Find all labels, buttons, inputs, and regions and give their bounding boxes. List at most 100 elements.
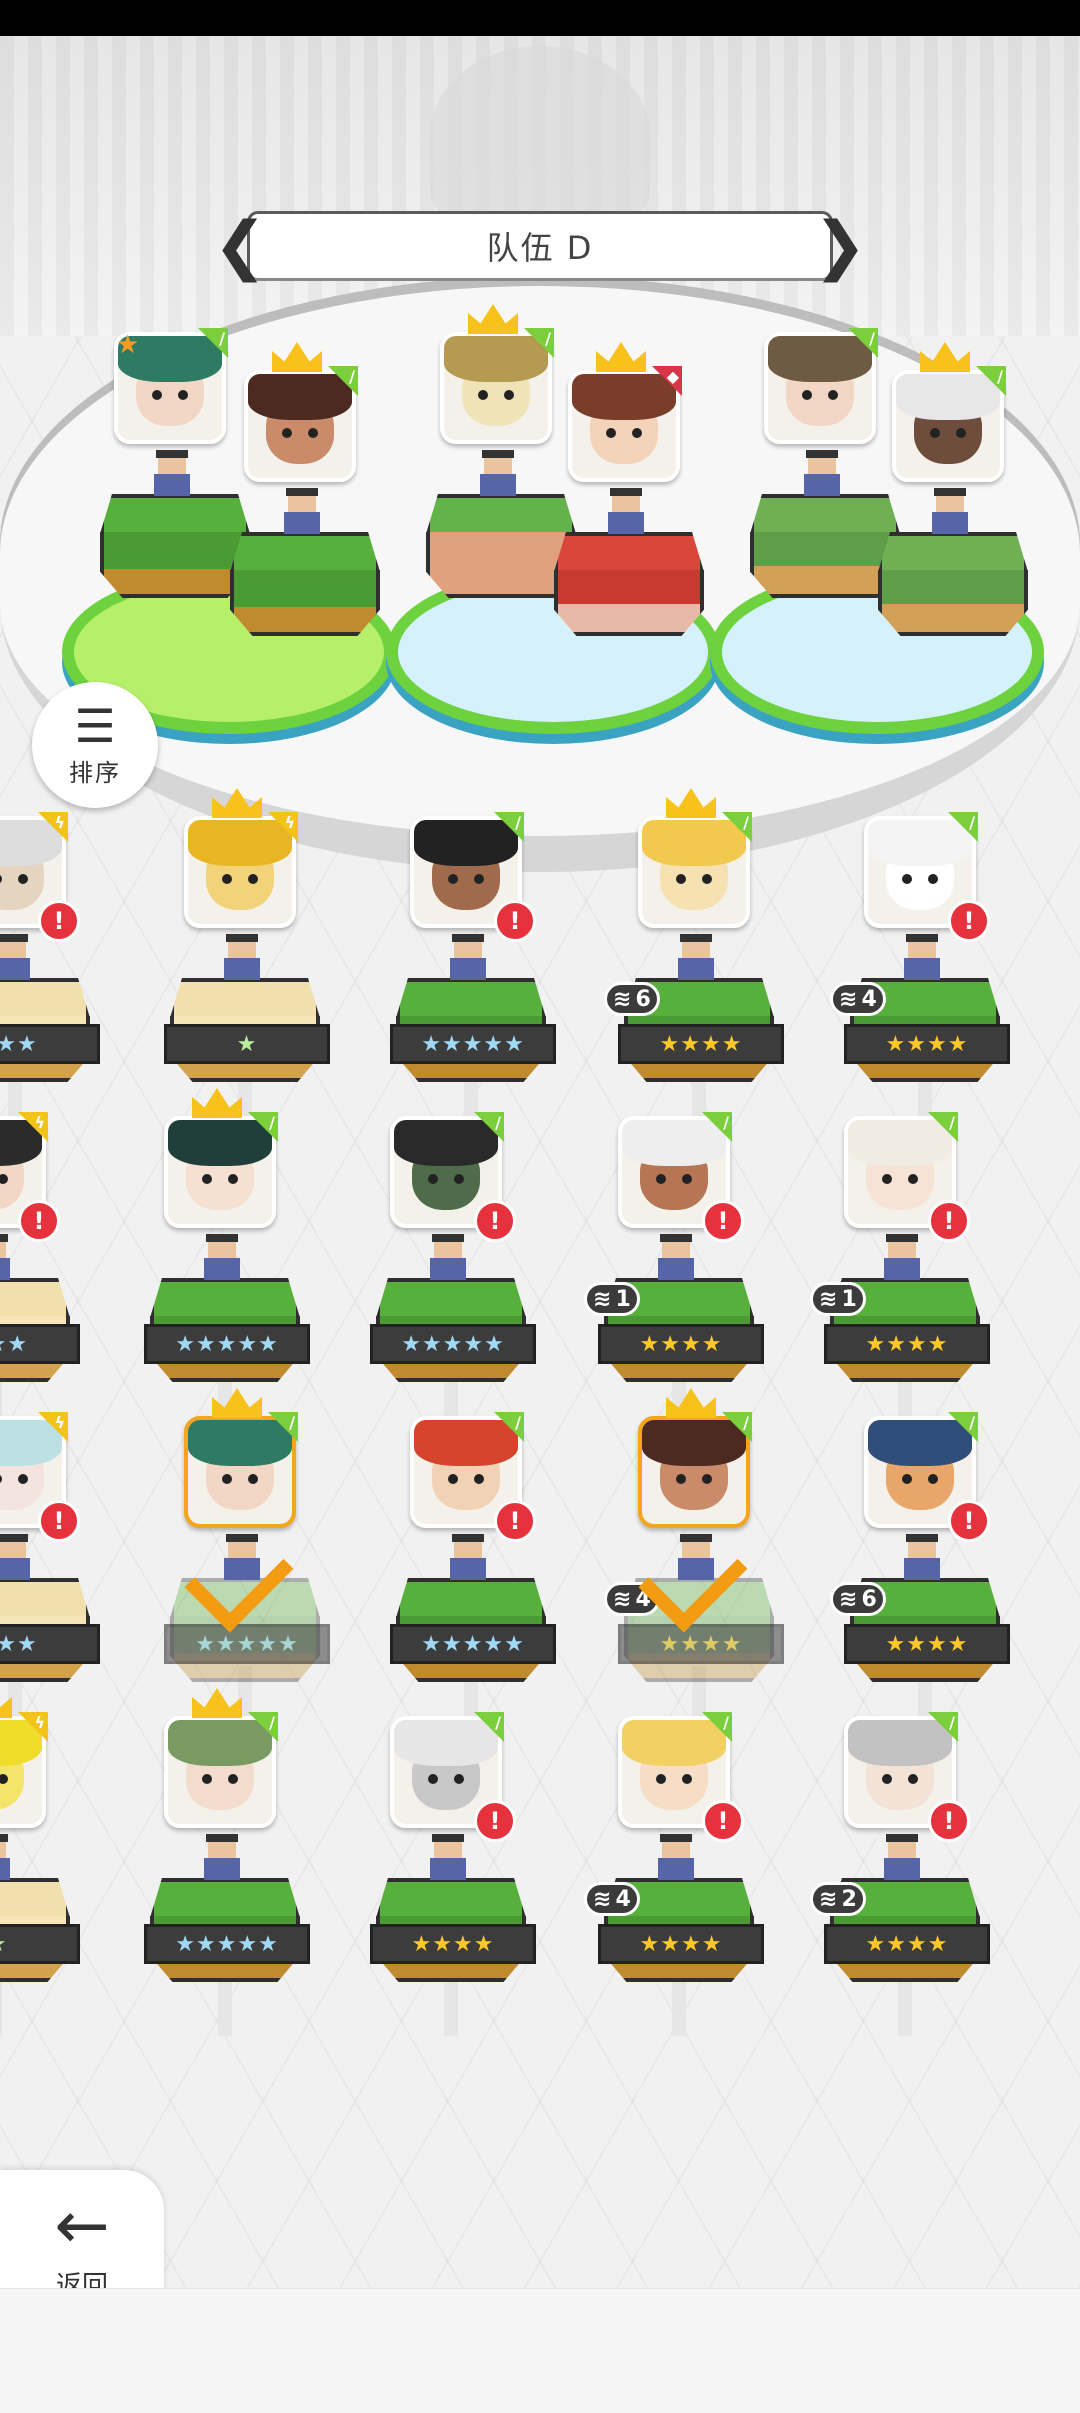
team-member-portrait[interactable] — [892, 370, 1004, 482]
hero-eye — [18, 1474, 28, 1484]
roster-hero-portrait-wrap[interactable]: /! — [410, 812, 536, 942]
hero-sprite — [648, 1826, 704, 1890]
roster-hero[interactable]: / ★★★★★ — [144, 1088, 310, 1436]
hero-hair — [414, 1420, 518, 1466]
roster-hero-portrait-wrap[interactable]: /! — [618, 1712, 744, 1842]
team-member-portrait-wrap[interactable]: / — [244, 342, 358, 482]
roster-hero[interactable]: ϟ!★★★≋4 — [0, 1112, 80, 1436]
roster-hero-portrait-wrap[interactable]: /! — [410, 1412, 536, 1542]
hero-sprite — [874, 1226, 930, 1290]
roster-hero-portrait-wrap[interactable]: /! — [390, 1712, 516, 1842]
roster-hero[interactable]: /! ★★★★ ≋ 2 — [810, 1712, 990, 2036]
hero-sprite — [668, 926, 724, 990]
roster-hero[interactable]: /! ★★★★ ≋ 4 — [830, 812, 1010, 1136]
roster-hero-portrait-wrap[interactable]: /! — [844, 1112, 970, 1242]
team-member-portrait[interactable] — [764, 332, 876, 444]
roster-hero-portrait-wrap[interactable]: ϟ — [0, 1688, 48, 1828]
back-button[interactable]: ← 返回 — [0, 2170, 164, 2288]
roster-hero-portrait[interactable] — [184, 816, 296, 928]
star-rating: ★★★★★ — [164, 1624, 330, 1664]
roster-hero-portrait-wrap[interactable]: /! — [864, 812, 990, 942]
hero-eye — [152, 390, 162, 400]
next-team-button[interactable]: ❯ — [813, 212, 867, 280]
hero-sprite — [0, 926, 40, 990]
star-rating: ★★★★★ — [370, 1324, 536, 1364]
roster-hero[interactable]: /! ★★★★ ≋ 6 — [830, 1412, 1010, 1736]
team-member-portrait-wrap[interactable]: ★ / — [114, 328, 228, 444]
hero-sprite — [274, 480, 330, 544]
roster-hero-portrait-wrap[interactable]: /! — [618, 1112, 744, 1242]
roster-hero-portrait-wrap[interactable]: /! — [864, 1412, 990, 1542]
hero-eye — [474, 1474, 484, 1484]
team-member-portrait[interactable] — [568, 370, 680, 482]
roster-hero-portrait-wrap[interactable]: ϟ! — [0, 812, 80, 942]
hero-hair — [622, 1120, 726, 1166]
roster-hero[interactable]: /! ★★★★ — [370, 1712, 536, 2036]
roster-hero[interactable]: / ★★★★ ≋ 6 — [604, 788, 784, 1136]
hero-hair — [896, 374, 1000, 420]
roster-hero-portrait-wrap[interactable]: / — [638, 1388, 752, 1528]
hero-eye — [882, 1774, 892, 1784]
roster-hero-portrait[interactable] — [638, 1416, 750, 1528]
roster-hero[interactable]: /! ★★★★ ≋ 1 — [584, 1112, 764, 1436]
team-member-portrait-wrap[interactable]: ◆ — [568, 342, 682, 482]
hero-eye — [908, 1774, 918, 1784]
roster-hero[interactable]: / ★★★★★ — [144, 1688, 310, 2036]
roster-hero-portrait-wrap[interactable]: /! — [390, 1112, 516, 1242]
roster-hero-portrait[interactable] — [184, 1416, 296, 1528]
roster-hero-portrait-wrap[interactable]: /! — [844, 1712, 970, 1842]
roster-hero-portrait[interactable] — [164, 1116, 276, 1228]
team-member-4[interactable]: ◆ — [548, 342, 708, 690]
level-number: 6 — [861, 1586, 877, 1612]
star-rating: ★ — [0, 1924, 80, 1964]
team-member-6[interactable]: / — [872, 342, 1032, 690]
hero-eye — [676, 874, 686, 884]
hero-eye — [828, 390, 838, 400]
roster-hero-portrait-wrap[interactable]: / — [638, 788, 752, 928]
hero-eye — [248, 874, 258, 884]
roster-hero[interactable]: /! ★★★★★ — [370, 1112, 536, 1436]
team-member-portrait[interactable] — [440, 332, 552, 444]
sort-button[interactable]: ☰ 排序 — [32, 682, 158, 808]
roster-hero[interactable]: /! ★★★★★ — [390, 812, 556, 1136]
roster-hero-portrait-wrap[interactable]: ϟ! — [0, 1112, 60, 1242]
roster-hero[interactable]: ϟ★ — [164, 788, 330, 1136]
roster-hero[interactable]: ϟ! ★★ — [0, 1412, 100, 1736]
team-member-portrait-wrap[interactable]: / — [892, 342, 1006, 482]
prev-team-button[interactable]: ❮ — [213, 212, 267, 280]
roster-hero-portrait-wrap[interactable]: / — [184, 1388, 298, 1528]
hero-eye — [308, 428, 318, 438]
alert-badge: ! — [18, 1200, 60, 1242]
team-member-portrait[interactable] — [244, 370, 356, 482]
hero-eye — [428, 1774, 438, 1784]
team-member-portrait-wrap[interactable]: / — [440, 304, 554, 444]
roster-hero[interactable]: ϟ! ★★ — [0, 812, 100, 1136]
alert-badge: ! — [948, 1500, 990, 1542]
roster-hero-portrait-wrap[interactable]: / — [164, 1088, 278, 1228]
roster-hero-portrait-wrap[interactable]: / — [164, 1688, 278, 1828]
level-badge: ≋ 1 — [584, 1282, 640, 1316]
hero-hair — [622, 1720, 726, 1766]
hero-hair — [248, 374, 352, 420]
hero-sprite — [214, 926, 270, 990]
level-number: 1 — [615, 1286, 631, 1312]
layers-icon: ≋ — [819, 1286, 838, 1312]
roster-hero-portrait-wrap[interactable]: ϟ — [184, 788, 298, 928]
roster-hero-portrait-wrap[interactable]: ϟ! — [0, 1412, 80, 1542]
roster-hero[interactable]: /! ★★★★★ — [390, 1412, 556, 1736]
hero-hair — [168, 1120, 272, 1166]
team-member-2[interactable]: / — [224, 342, 384, 690]
hero-eye — [682, 1774, 692, 1784]
roster-hero[interactable]: /! ★★★★ ≋ 4 — [584, 1712, 764, 2036]
roster-hero[interactable]: ϟ★ — [0, 1688, 80, 2036]
roster-hero-portrait[interactable] — [164, 1716, 276, 1828]
layers-icon: ≋ — [613, 1586, 632, 1612]
star-rating: ★★★★ — [824, 1924, 990, 1964]
hero-sprite — [0, 1226, 20, 1290]
alert-badge: ! — [494, 900, 536, 942]
roster-hero[interactable]: /! ★★★★ ≋ 1 — [810, 1112, 990, 1436]
roster-hero-portrait[interactable] — [638, 816, 750, 928]
team-member-portrait-wrap[interactable]: / — [764, 328, 878, 444]
roster-hero[interactable]: / ★★★★ ≋ 4 — [604, 1388, 784, 1736]
roster-hero[interactable]: / ★★★★★ — [164, 1388, 330, 1736]
